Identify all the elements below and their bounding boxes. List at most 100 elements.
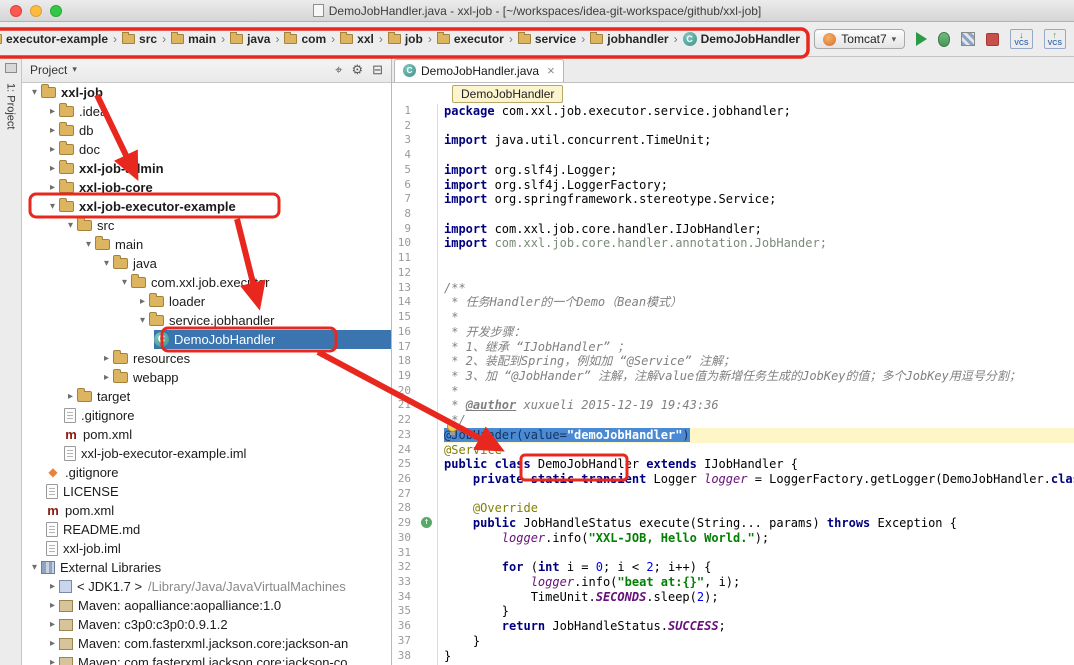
chevron-right-icon[interactable]: ▸ <box>46 615 59 634</box>
chevron-right-icon[interactable]: ▸ <box>64 387 77 406</box>
zoom-window-button[interactable] <box>50 5 62 17</box>
breadcrumb-item[interactable]: executor <box>436 32 505 46</box>
code-line[interactable]: public class DemoJobHandler extends IJob… <box>444 457 1074 472</box>
code-line[interactable]: * <box>444 384 1074 399</box>
chevron-down-icon[interactable]: ▾ <box>28 558 41 577</box>
chevron-right-icon[interactable]: ▸ <box>100 368 113 387</box>
chevron-right-icon[interactable]: ▸ <box>46 140 59 159</box>
code-line[interactable]: } <box>444 604 1074 619</box>
chevron-right-icon[interactable]: ▸ <box>46 121 59 140</box>
settings-icon[interactable]: ⚙ <box>351 62 363 78</box>
tree-item[interactable]: ▾xxl-job <box>22 83 391 102</box>
code-line[interactable]: */ <box>444 413 1074 428</box>
chevron-right-icon[interactable]: ▸ <box>46 159 59 178</box>
tree-item[interactable]: ▾src <box>22 216 391 235</box>
tree-item[interactable]: ▸doc <box>22 140 391 159</box>
tree-item[interactable]: ▸Maven: c3p0:c3p0:0.9.1.2 <box>22 615 391 634</box>
vcs-commit-button[interactable]: VCS <box>1044 29 1066 49</box>
code-line[interactable]: import com.xxl.job.core.handler.annotati… <box>444 236 1074 251</box>
tree-item[interactable]: xxl-job-executor-example.iml <box>22 444 391 463</box>
tree-item[interactable]: CDemoJobHandler <box>22 330 391 349</box>
coverage-button[interactable] <box>961 32 975 46</box>
code-line[interactable]: * 1、继承 “IJobHandler” ； <box>444 340 1074 355</box>
tree-item[interactable]: ▸db <box>22 121 391 140</box>
code-line[interactable]: * 3、加 “@JobHander” 注解，注解value值为新增任务生成的Jo… <box>444 369 1074 384</box>
breadcrumb-item[interactable]: xxl <box>339 32 375 46</box>
tree-item[interactable]: ▸Maven: com.fasterxml.jackson.core:jacks… <box>22 634 391 653</box>
code-line[interactable]: } <box>444 649 1074 664</box>
tree-item[interactable]: ▸loader <box>22 292 391 311</box>
tree-item[interactable]: LICENSE <box>22 482 391 501</box>
code-line[interactable]: public JobHandleStatus execute(String...… <box>444 516 1074 531</box>
breadcrumb-item[interactable]: com <box>283 32 327 46</box>
tree-item[interactable]: mpom.xml <box>22 425 391 444</box>
code-line[interactable]: @Override <box>444 501 1074 516</box>
chevron-right-icon[interactable]: ▸ <box>46 596 59 615</box>
code-line[interactable]: private static transient Logger logger =… <box>444 472 1074 487</box>
code-line[interactable]: @JobHander(value="demoJobHandler") <box>444 428 1074 443</box>
locate-icon[interactable]: ⌖ <box>335 62 342 78</box>
tree-item[interactable]: ▾service.jobhandler <box>22 311 391 330</box>
chevron-down-icon[interactable]: ▾ <box>100 254 113 273</box>
code-line[interactable]: logger.info("XXL-JOB, Hello World."); <box>444 531 1074 546</box>
project-tool-window-button[interactable]: 1: Project <box>5 83 17 129</box>
breadcrumb-item[interactable]: jobhandler <box>589 32 669 46</box>
code-line[interactable] <box>444 266 1074 281</box>
tree-item[interactable]: ▸xxl-job-admin <box>22 159 391 178</box>
code-line[interactable]: import com.xxl.job.core.handler.IJobHand… <box>444 222 1074 237</box>
code-lines[interactable]: package com.xxl.job.executor.service.job… <box>438 104 1074 665</box>
breadcrumb-item[interactable]: job <box>387 32 424 46</box>
breadcrumb-item[interactable]: service <box>517 32 577 46</box>
minimize-window-button[interactable] <box>30 5 42 17</box>
breadcrumb-item[interactable]: src <box>121 32 158 46</box>
code-line[interactable]: * 开发步骤： <box>444 325 1074 340</box>
chevron-down-icon[interactable]: ▾ <box>82 235 95 254</box>
code-line[interactable]: import org.slf4j.Logger; <box>444 163 1074 178</box>
chevron-down-icon[interactable]: ▾ <box>28 83 41 102</box>
code-line[interactable]: } <box>444 634 1074 649</box>
tree-item[interactable]: .gitignore <box>22 406 391 425</box>
code-line[interactable]: package com.xxl.job.executor.service.job… <box>444 104 1074 119</box>
tree-item[interactable]: ▾com.xxl.job.executor <box>22 273 391 292</box>
chevron-right-icon[interactable]: ▸ <box>46 577 59 596</box>
chevron-down-icon[interactable]: ▾ <box>64 216 77 235</box>
code-line[interactable]: return JobHandleStatus.SUCCESS; <box>444 619 1074 634</box>
code-line[interactable] <box>444 207 1074 222</box>
tree-item[interactable]: ▸Maven: aopalliance:aopalliance:1.0 <box>22 596 391 615</box>
code-line[interactable] <box>444 251 1074 266</box>
tree-item[interactable]: ▾java <box>22 254 391 273</box>
tool-window-icon[interactable] <box>5 63 17 73</box>
code-line[interactable] <box>444 546 1074 561</box>
stop-button[interactable] <box>986 33 999 46</box>
code-line[interactable] <box>444 487 1074 502</box>
breadcrumb-item[interactable]: executor-example <box>0 32 109 46</box>
tree-item[interactable]: mpom.xml <box>22 501 391 520</box>
code-line[interactable]: logger.info("beat at:{}", i); <box>444 575 1074 590</box>
code-line[interactable]: TimeUnit.SECONDS.sleep(2); <box>444 590 1074 605</box>
code-line[interactable]: import org.springframework.stereotype.Se… <box>444 192 1074 207</box>
code-line[interactable]: import org.slf4j.LoggerFactory; <box>444 178 1074 193</box>
override-marker-icon[interactable]: ↑ <box>421 517 432 528</box>
tree-item[interactable]: ▸xxl-job-core <box>22 178 391 197</box>
code-line[interactable]: * 任务Handler的一个Demo（Bean模式） <box>444 295 1074 310</box>
code-line[interactable]: /** <box>444 281 1074 296</box>
tree-item[interactable]: README.md <box>22 520 391 539</box>
tree-item[interactable]: ▸target <box>22 387 391 406</box>
hide-panel-icon[interactable]: ⊟ <box>372 62 383 78</box>
run-configuration-select[interactable]: Tomcat7 ▾ <box>814 29 905 49</box>
tree-item[interactable]: ▸< JDK1.7 >/Library/Java/JavaVirtualMach… <box>22 577 391 596</box>
tree-item[interactable]: xxl-job.iml <box>22 539 391 558</box>
close-tab-icon[interactable]: × <box>547 63 555 78</box>
chevron-right-icon[interactable]: ▸ <box>46 102 59 121</box>
tree-item[interactable]: ▾main <box>22 235 391 254</box>
project-view-selector[interactable]: Project ▾ <box>30 63 77 77</box>
editor-tab[interactable]: C DemoJobHandler.java × <box>394 59 564 82</box>
code-line[interactable]: @Service <box>444 443 1074 458</box>
tree-item[interactable]: ▸resources <box>22 349 391 368</box>
chevron-down-icon[interactable]: ▾ <box>118 273 131 292</box>
tree-item[interactable]: ▸Maven: com.fasterxml.jackson.core:jacks… <box>22 653 391 665</box>
code-line[interactable]: import java.util.concurrent.TimeUnit; <box>444 133 1074 148</box>
tree-item[interactable]: ▸.idea <box>22 102 391 121</box>
breadcrumb-class-tag[interactable]: DemoJobHandler <box>452 85 563 103</box>
code-line[interactable]: for (int i = 0; i < 2; i++) { <box>444 560 1074 575</box>
